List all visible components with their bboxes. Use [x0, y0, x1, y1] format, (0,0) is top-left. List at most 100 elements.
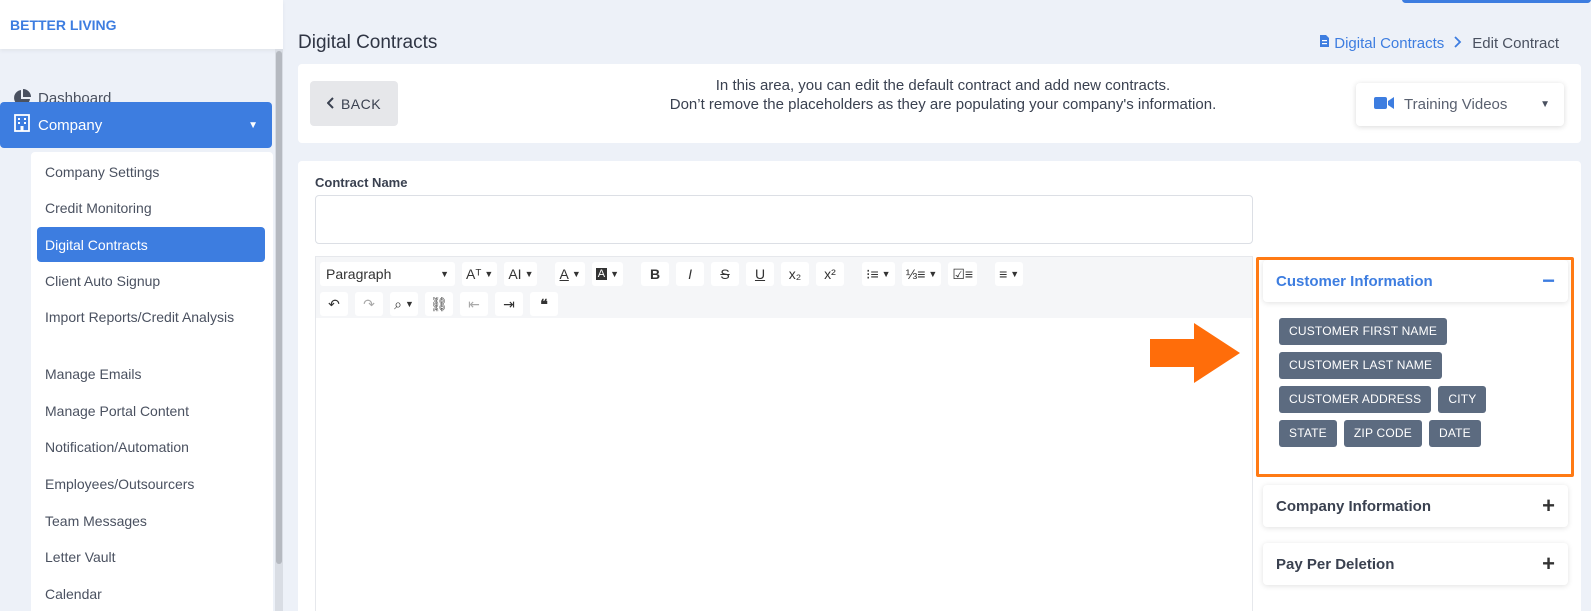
todo-list-button[interactable]: ☑≡ [948, 262, 978, 286]
info-card: BACK In this area, you can edit the defa… [298, 64, 1581, 143]
font-size-icon: Aᵀ [466, 266, 482, 282]
quote-icon: ❝ [540, 295, 548, 312]
editor-frame [315, 318, 1253, 611]
outdent-button[interactable]: ⇤ [460, 292, 488, 316]
subscript-icon: x₂ [788, 266, 802, 282]
font-color-button[interactable]: A ▼ [555, 262, 585, 286]
top-action-button[interactable] [1402, 0, 1591, 3]
link-button[interactable]: ⛓ [425, 292, 453, 316]
chevron-down-icon: ▼ [440, 269, 449, 279]
caret-down-icon: ▼ [248, 119, 258, 131]
alignment-button[interactable]: ≡ ▼ [995, 262, 1024, 286]
pay-per-deletion-panel: Pay Per Deletion + [1263, 543, 1568, 585]
sidebar-item-calendar[interactable]: Calendar [37, 584, 265, 604]
superscript-button[interactable]: x² [816, 262, 845, 286]
breadcrumb-link[interactable]: Digital Contracts [1319, 34, 1444, 52]
subscript-button[interactable]: x₂ [781, 262, 810, 286]
superscript-icon: x² [824, 266, 836, 282]
breadcrumb-current: Edit Contract [1472, 34, 1559, 52]
undo-icon: ↶ [328, 295, 340, 312]
back-button[interactable]: BACK [310, 81, 398, 126]
breadcrumb: Digital Contracts Edit Contract [1319, 34, 1559, 52]
checklist-icon: ☑≡ [952, 265, 974, 282]
strikethrough-button[interactable]: S [711, 262, 740, 286]
bold-icon: B [649, 266, 661, 282]
font-size-button[interactable]: Aᵀ ▼ [462, 262, 498, 286]
building-icon [14, 114, 30, 136]
document-icon [1319, 34, 1330, 52]
link-icon: ⛓ [430, 295, 448, 312]
font-family-icon: AI [508, 266, 522, 282]
undo-button[interactable]: ↶ [320, 292, 348, 316]
chevron-right-icon [1454, 35, 1462, 52]
numbered-list-button[interactable]: ⅓≡ ▼ [901, 262, 942, 286]
sidebar-item-label: Company [38, 116, 103, 134]
highlight-color-icon: A [595, 268, 608, 280]
sidebar-item-import-reports[interactable]: Import Reports/Credit Analysis [37, 307, 265, 327]
editor-toolbar: Paragraph ▼ Aᵀ ▼ AI ▼ A ▼ A ▼ B I S U x₂ x² … [315, 256, 1253, 318]
font-family-button[interactable]: AI ▼ [504, 262, 538, 286]
info-line-1: In this area, you can edit the default c… [715, 77, 1171, 94]
sidebar-item-notification-automation[interactable]: Notification/Automation [37, 437, 265, 457]
redo-icon: ↷ [363, 295, 375, 312]
blockquote-button[interactable]: ❝ [530, 292, 558, 316]
align-left-icon: ≡ [999, 266, 1008, 282]
bold-button[interactable]: B [641, 262, 670, 286]
video-camera-icon [1374, 96, 1394, 114]
company-information-header[interactable]: Company Information + [1263, 485, 1568, 527]
paragraph-select-label: Paragraph [326, 266, 392, 282]
indent-icon: ⇥ [503, 295, 515, 312]
underline-icon: U [754, 266, 766, 282]
sidebar-item-employees-outsourcers[interactable]: Employees/Outsourcers [37, 474, 265, 494]
scrollbar-thumb[interactable] [276, 51, 282, 564]
company-submenu: Company Settings Credit Monitoring Digit… [31, 152, 273, 611]
strikethrough-icon: S [720, 266, 730, 282]
outdent-icon: ⇤ [468, 295, 480, 312]
highlight-color-button[interactable]: A ▼ [591, 262, 624, 286]
training-videos-label: Training Videos [1404, 96, 1508, 113]
back-label: BACK [340, 95, 382, 112]
sidebar-item-digital-contracts[interactable]: Digital Contracts [37, 227, 265, 262]
sidebar: BETTER LIVING Dashboard Company ▼ Compan… [0, 0, 283, 611]
sidebar-item-letter-vault[interactable]: Letter Vault [37, 547, 265, 567]
panel-title: Pay Per Deletion [1276, 555, 1395, 573]
sidebar-item-manage-emails[interactable]: Manage Emails [37, 364, 265, 384]
contract-editor-area[interactable] [320, 320, 1246, 611]
training-videos-dropdown[interactable]: Training Videos ▼ [1356, 83, 1564, 126]
plus-icon[interactable]: + [1542, 493, 1555, 519]
bulleted-list-icon: ⁝≡ [866, 265, 879, 282]
sidebar-item-team-messages[interactable]: Team Messages [37, 511, 265, 531]
customer-information-highlight [1256, 257, 1574, 477]
sidebar-item-client-auto-signup[interactable]: Client Auto Signup [37, 271, 265, 291]
underline-button[interactable]: U [746, 262, 775, 286]
contract-name-label: Contract Name [315, 175, 408, 190]
sidebar-item-manage-portal-content[interactable]: Manage Portal Content [37, 401, 265, 421]
pay-per-deletion-header[interactable]: Pay Per Deletion + [1263, 543, 1568, 585]
search-icon: ⌕ [394, 295, 402, 312]
breadcrumb-link-label: Digital Contracts [1334, 34, 1445, 52]
brand-logo: BETTER LIVING [0, 0, 283, 49]
info-text: In this area, you can edit the default c… [653, 76, 1233, 114]
chevron-left-icon [326, 96, 335, 112]
paragraph-select[interactable]: Paragraph ▼ [320, 262, 455, 286]
indent-button[interactable]: ⇥ [495, 292, 523, 316]
italic-button[interactable]: I [676, 262, 705, 286]
find-replace-button[interactable]: ⌕ ▼ [390, 292, 418, 316]
bulleted-list-button[interactable]: ⁝≡ ▼ [862, 262, 895, 286]
sidebar-item-company[interactable]: Company ▼ [0, 102, 272, 148]
page-title: Digital Contracts [298, 32, 438, 53]
plus-icon[interactable]: + [1542, 551, 1555, 577]
font-color-icon: A [559, 266, 569, 282]
contract-name-input[interactable] [315, 195, 1253, 244]
info-line-2: Don’t remove the placeholders as they ar… [669, 96, 1217, 113]
panel-title: Company Information [1276, 497, 1432, 515]
italic-icon: I [688, 266, 692, 282]
company-information-panel: Company Information + [1263, 485, 1568, 527]
sidebar-item-company-settings[interactable]: Company Settings [37, 162, 265, 182]
arrow-right-icon [1150, 323, 1240, 388]
numbered-list-icon: ⅓≡ [905, 266, 926, 282]
caret-down-icon: ▼ [1540, 99, 1550, 110]
sidebar-item-credit-monitoring[interactable]: Credit Monitoring [37, 198, 265, 218]
sidebar-scrollbar[interactable] [275, 49, 283, 611]
redo-button[interactable]: ↷ [355, 292, 383, 316]
